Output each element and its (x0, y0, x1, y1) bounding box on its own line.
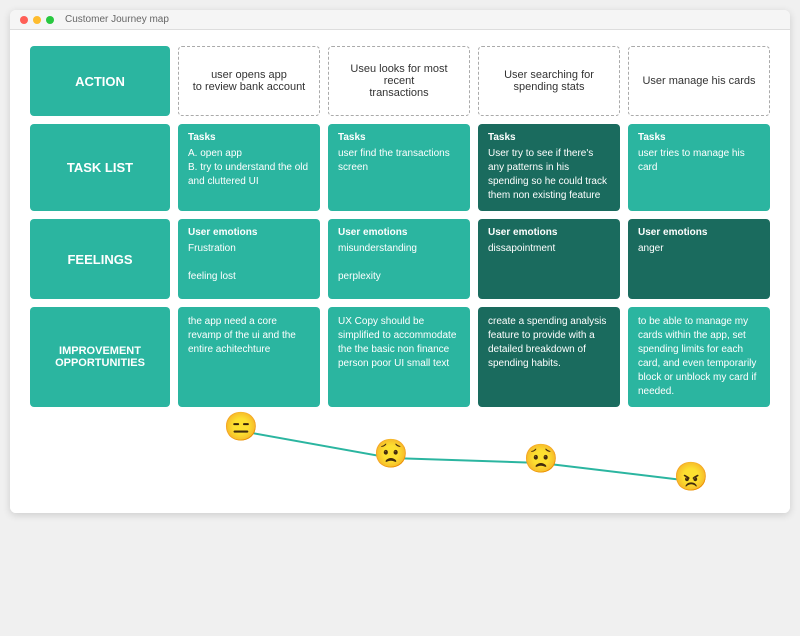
titlebar: Customer Journey map (10, 10, 790, 30)
emoji-item-1: 😑 (224, 413, 259, 441)
task-cell-1: Tasks A. open app B. try to understand t… (178, 124, 320, 211)
feelings-title-1: User emotions (188, 227, 310, 238)
feelings-body-3: dissapointment (488, 242, 610, 256)
improvement-body-3: create a spending analysis feature to pr… (488, 315, 610, 371)
feelings-body-2: misunderstanding perplexity (338, 242, 460, 284)
close-dot (20, 16, 28, 24)
task-title-3: Tasks (488, 132, 610, 143)
emoji-item-3: 😟 (524, 445, 559, 473)
feelings-title-2: User emotions (338, 227, 460, 238)
emoji-item-2: 😟 (374, 440, 409, 468)
feelings-body-4: anger (638, 242, 760, 256)
improvement-body-2: UX Copy should be simplified to accommod… (338, 315, 460, 371)
action-label: ACTION (30, 46, 170, 116)
emoji-row: 😑 😟 😟 😠 (30, 413, 770, 503)
action-cell-3: User searching for spending stats (478, 46, 620, 116)
improvement-cell-1: the app need a core revamp of the ui and… (178, 307, 320, 407)
task-title-1: Tasks (188, 132, 310, 143)
journey-grid: ACTION user opens app to review bank acc… (30, 46, 770, 407)
task-body-1: A. open app B. try to understand the old… (188, 147, 310, 189)
action-cell-4: User manage his cards (628, 46, 770, 116)
task-body-3: User try to see if there's any patterns … (488, 147, 610, 203)
main-window: Customer Journey map ACTION user opens a… (10, 10, 790, 513)
task-label: TASK LIST (30, 124, 170, 211)
improvement-label: IMPROVEMENT OPPORTUNITIES (30, 307, 170, 407)
task-cell-3: Tasks User try to see if there's any pat… (478, 124, 620, 211)
minimize-dot (33, 16, 41, 24)
feelings-cell-2: User emotions misunderstanding perplexit… (328, 219, 470, 299)
feelings-body-1: Frustration feeling lost (188, 242, 310, 284)
improvement-body-1: the app need a core revamp of the ui and… (188, 315, 310, 357)
feelings-cell-1: User emotions Frustration feeling lost (178, 219, 320, 299)
improvement-cell-3: create a spending analysis feature to pr… (478, 307, 620, 407)
task-cell-4: Tasks user tries to manage his card (628, 124, 770, 211)
improvement-body-4: to be able to manage my cards within the… (638, 315, 760, 399)
feelings-title-3: User emotions (488, 227, 610, 238)
feelings-label: FEELINGS (30, 219, 170, 299)
task-title-2: Tasks (338, 132, 460, 143)
task-cell-2: Tasks user find the transactions screen (328, 124, 470, 211)
task-title-4: Tasks (638, 132, 760, 143)
task-body-4: user tries to manage his card (638, 147, 760, 175)
action-cell-2: Useu looks for most recent transactions (328, 46, 470, 116)
window-title: Customer Journey map (65, 14, 169, 25)
feelings-title-4: User emotions (638, 227, 760, 238)
task-body-2: user find the transactions screen (338, 147, 460, 175)
feelings-cell-3: User emotions dissapointment (478, 219, 620, 299)
improvement-cell-4: to be able to manage my cards within the… (628, 307, 770, 407)
maximize-dot (46, 16, 54, 24)
feelings-cell-4: User emotions anger (628, 219, 770, 299)
emoji-item-4: 😠 (674, 463, 709, 491)
main-content: ACTION user opens app to review bank acc… (10, 30, 790, 513)
improvement-cell-2: UX Copy should be simplified to accommod… (328, 307, 470, 407)
action-cell-1: user opens app to review bank account (178, 46, 320, 116)
